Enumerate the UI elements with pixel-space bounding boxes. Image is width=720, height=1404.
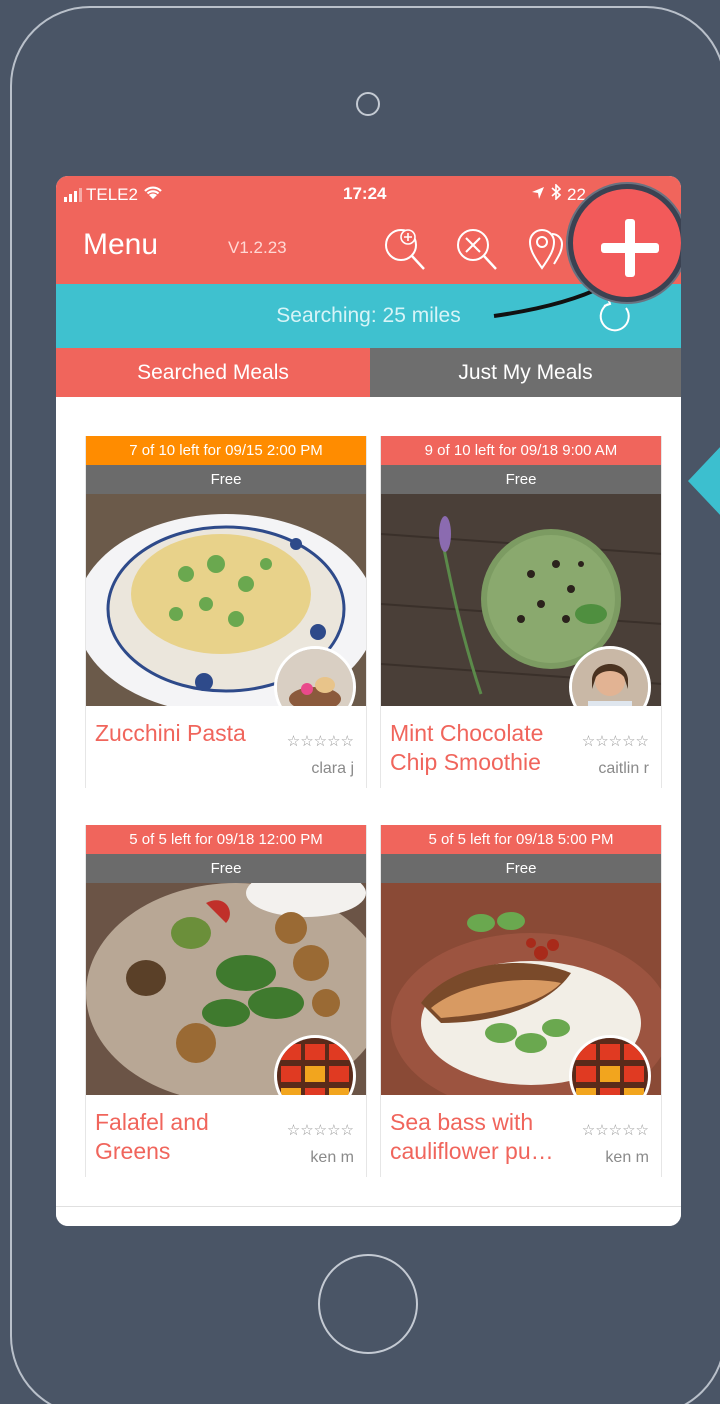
menu-button[interactable]: Menu — [83, 228, 158, 262]
signal-icon — [64, 187, 82, 202]
status-right: 22 — [531, 183, 586, 205]
meal-grid: 7 of 10 left for 09/15 2:00 PM Free Zucc… — [56, 397, 681, 1197]
meal-price: Free — [381, 465, 661, 494]
wifi-icon — [142, 184, 164, 205]
meal-slot-label: 7 of 10 left for 09/15 2:00 PM — [86, 436, 366, 465]
meal-title: Mint Chocolate Chip Smoothie — [390, 720, 544, 775]
chef-name: ken m — [605, 1149, 649, 1166]
side-pointer-arrow — [688, 445, 720, 517]
meal-photo — [86, 883, 366, 1095]
rating-stars[interactable]: ☆☆☆☆☆ — [582, 732, 649, 750]
meal-card-falafel[interactable]: 5 of 5 left for 09/18 12:00 PM Free Fala… — [85, 825, 367, 1177]
bluetooth-icon — [551, 183, 562, 205]
chef-name: caitlin r — [598, 760, 649, 777]
meal-photo — [381, 883, 661, 1095]
meal-price: Free — [86, 854, 366, 883]
meal-slot-label: 5 of 5 left for 09/18 12:00 PM — [86, 825, 366, 854]
app-screen: TELE2 17:24 22 Menu V1.2.23 Searching: 2… — [56, 176, 681, 1226]
meal-price: Free — [86, 465, 366, 494]
meal-title: Sea bass with cauliflower pu… — [390, 1109, 554, 1164]
tab-just-my-meals[interactable]: Just My Meals — [370, 348, 681, 397]
rating-stars[interactable]: ☆☆☆☆☆ — [582, 1121, 649, 1139]
location-pin-icon[interactable] — [524, 224, 574, 274]
meal-slot-label: 5 of 5 left for 09/18 5:00 PM — [381, 825, 661, 854]
meal-title: Zucchini Pasta — [95, 720, 246, 746]
carrier-label: TELE2 — [86, 184, 138, 204]
status-carrier: TELE2 — [64, 184, 164, 205]
rating-stars[interactable]: ☆☆☆☆☆ — [287, 732, 354, 750]
search-radius-bar[interactable]: Searching: 25 miles — [56, 284, 681, 348]
version-label: V1.2.23 — [228, 238, 287, 257]
phone-speaker — [356, 92, 380, 116]
add-meal-button[interactable] — [568, 184, 681, 302]
meal-price: Free — [381, 854, 661, 883]
bottom-tab-bar — [56, 1206, 681, 1226]
meal-photo — [381, 494, 661, 706]
meal-card-zucchini-pasta[interactable]: 7 of 10 left for 09/15 2:00 PM Free Zucc… — [85, 436, 367, 788]
meal-photo — [86, 494, 366, 706]
rating-stars[interactable]: ☆☆☆☆☆ — [287, 1121, 354, 1139]
location-arrow-icon — [531, 185, 545, 205]
chef-name: clara j — [311, 760, 354, 777]
meal-tabs: Searched Meals Just My Meals — [56, 348, 681, 397]
meal-card-mint-smoothie[interactable]: 9 of 10 left for 09/18 9:00 AM Free Mint… — [380, 436, 662, 788]
battery-percent: 22 — [567, 184, 586, 204]
status-time: 17:24 — [343, 184, 387, 203]
add-search-icon[interactable] — [380, 224, 430, 274]
phone-home-button[interactable] — [318, 1254, 418, 1354]
tab-searched-meals[interactable]: Searched Meals — [56, 348, 370, 397]
meal-title: Falafel and Greens — [95, 1109, 209, 1164]
meal-slot-label: 9 of 10 left for 09/18 9:00 AM — [381, 436, 661, 465]
meal-card-sea-bass[interactable]: 5 of 5 left for 09/18 5:00 PM Free Sea b… — [380, 825, 662, 1177]
search-radius-label: Searching: 25 miles — [276, 304, 461, 327]
refresh-icon[interactable] — [596, 296, 636, 336]
chef-name: ken m — [310, 1149, 354, 1166]
clear-search-icon[interactable] — [452, 224, 502, 274]
